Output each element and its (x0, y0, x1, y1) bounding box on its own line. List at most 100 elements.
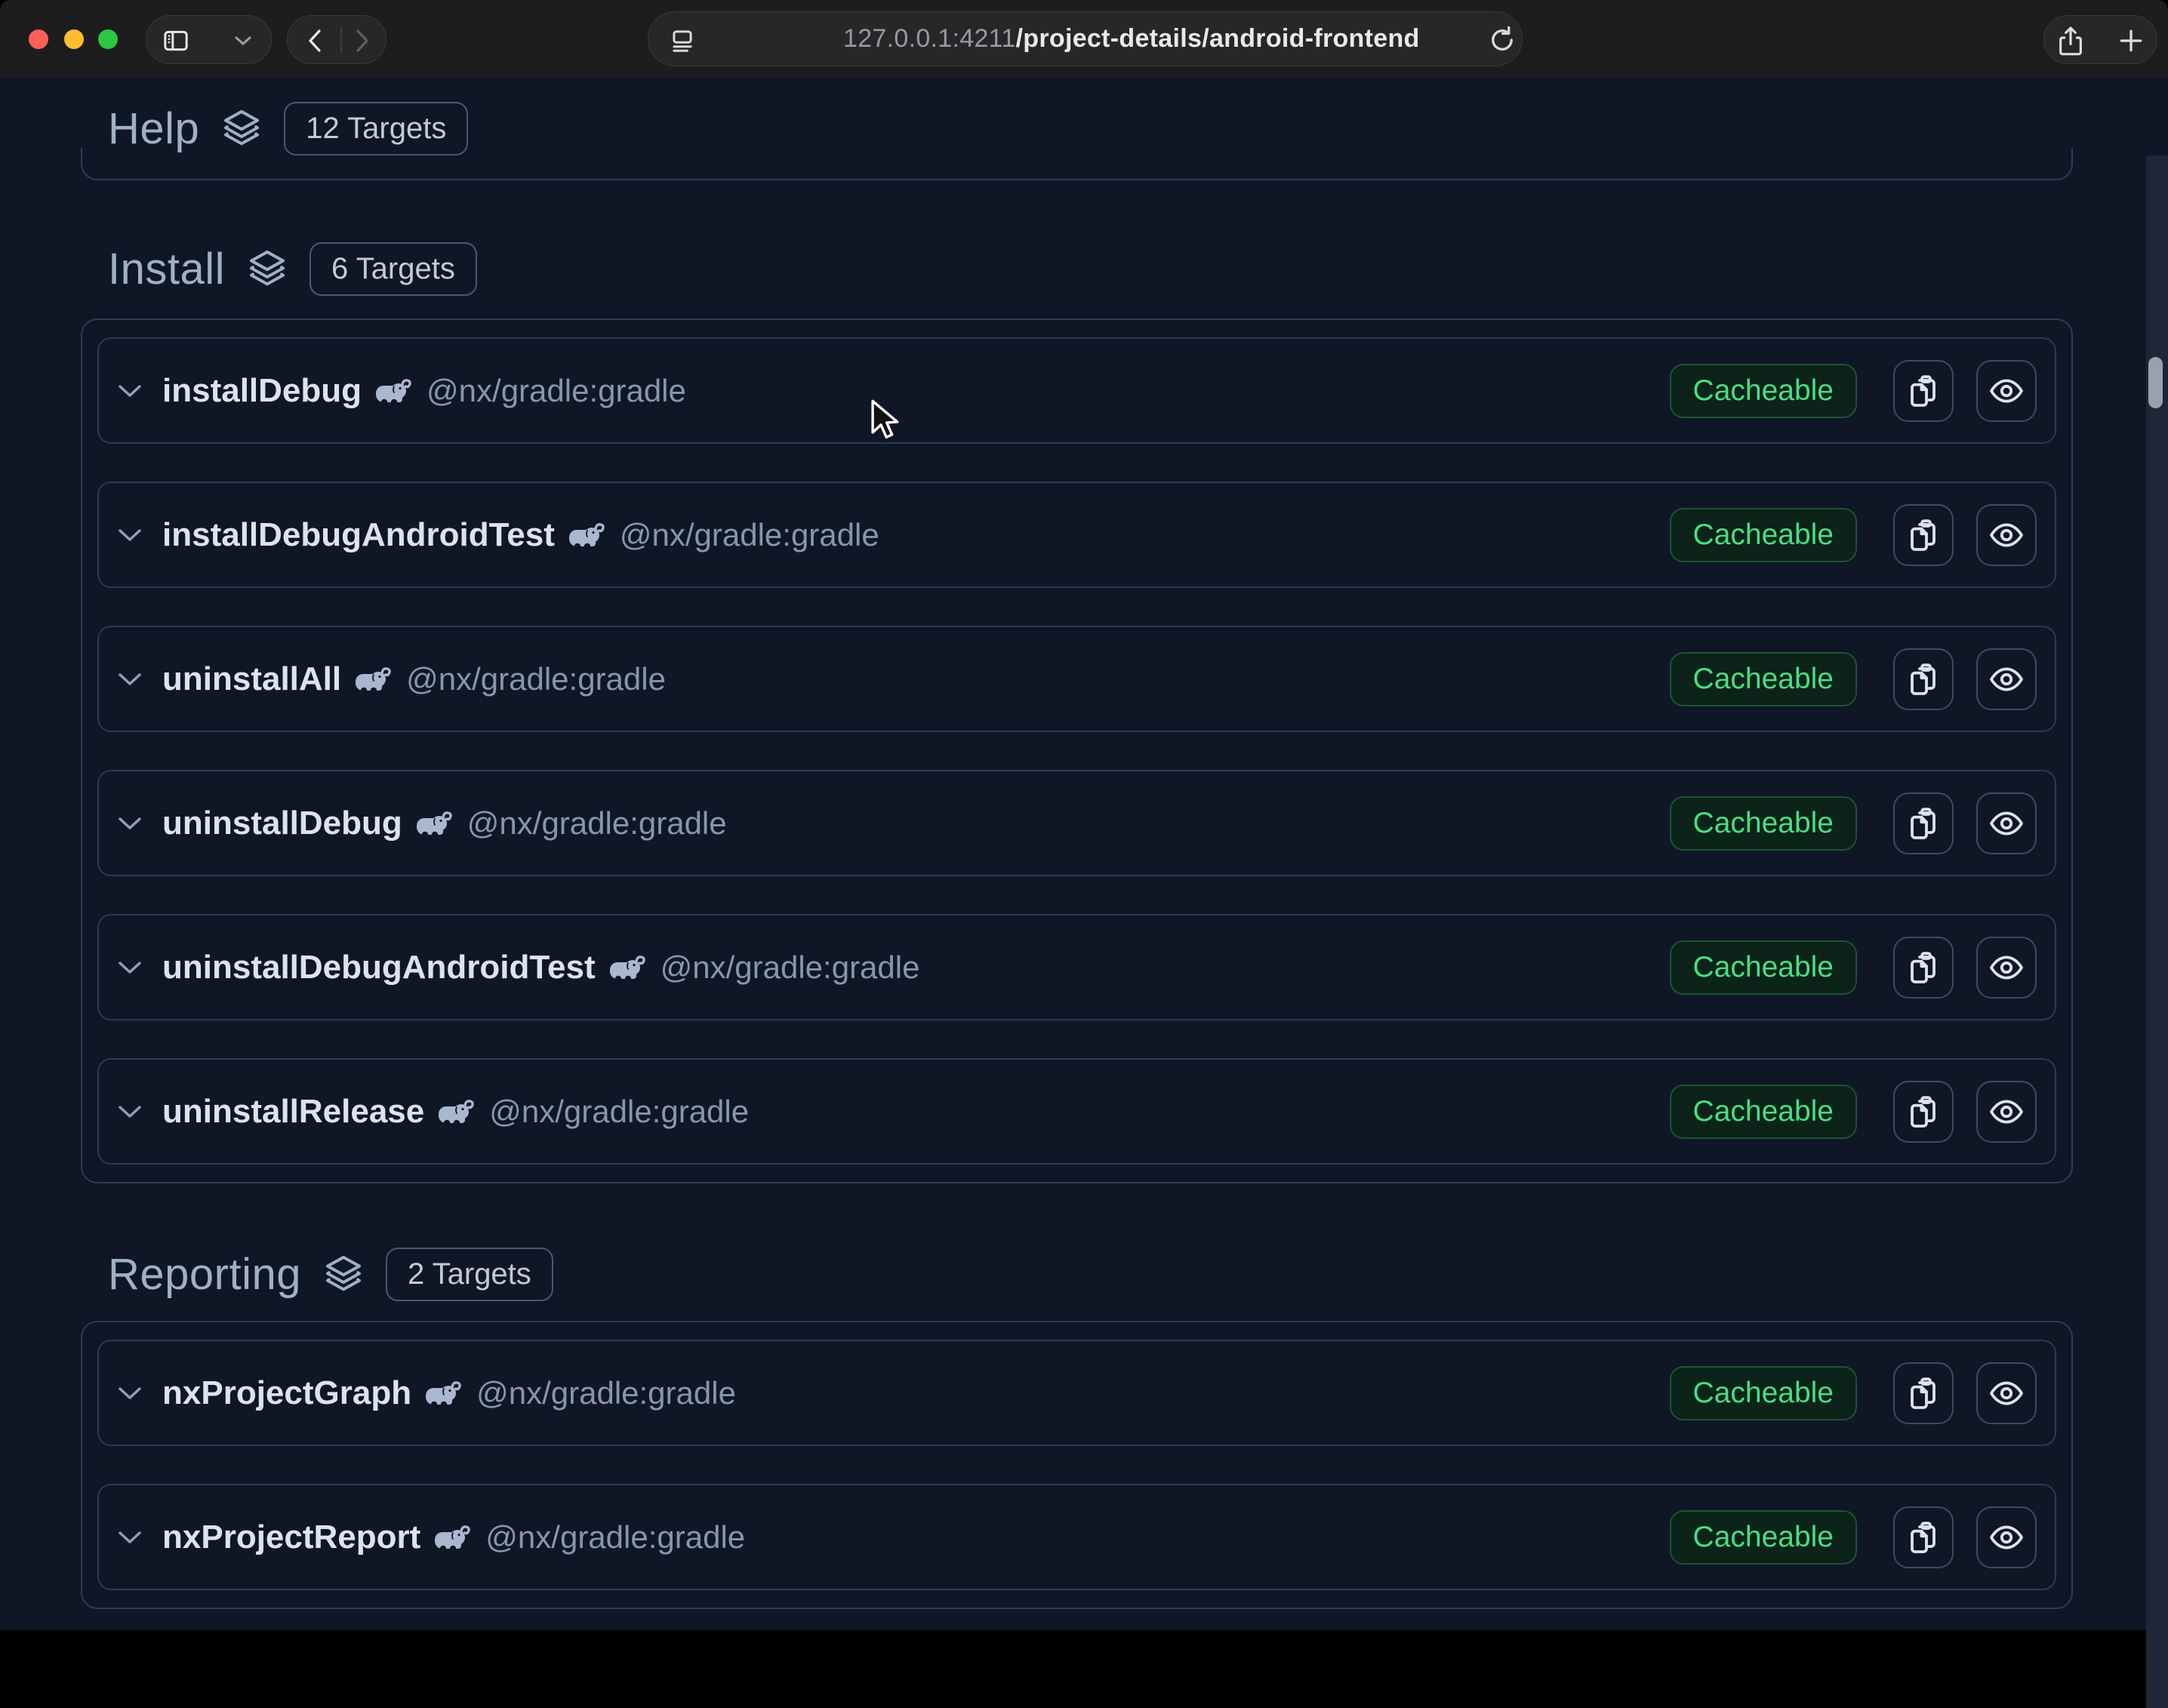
target-row[interactable]: nxProjectGraph @nx/gradle:gradleCacheabl… (97, 1340, 2056, 1446)
gradle-elephant-icon (414, 809, 452, 838)
gradle-elephant-icon (423, 1379, 461, 1408)
cacheable-badge: Cacheable (1670, 1366, 1857, 1420)
section-card-reporting: nxProjectGraph @nx/gradle:gradleCacheabl… (81, 1321, 2073, 1609)
eye-icon (1988, 1375, 2025, 1411)
expand-chevron-icon[interactable] (117, 816, 143, 831)
target-name: uninstallDebug (162, 805, 402, 842)
section-title: Reporting (108, 1249, 301, 1300)
project-details-page: Help 12 TargetsInstall 6 Targets install… (0, 78, 2168, 1630)
chevron-down-icon[interactable] (233, 34, 253, 48)
target-name: uninstallDebugAndroidTest (162, 949, 596, 986)
view-details-button[interactable] (1976, 504, 2037, 566)
target-name: uninstallAll (162, 660, 341, 698)
cacheable-badge: Cacheable (1670, 940, 1857, 995)
nav-separator (340, 26, 342, 54)
copy-button[interactable] (1893, 648, 1954, 710)
eye-icon (1988, 517, 2025, 553)
expand-chevron-icon[interactable] (117, 383, 143, 399)
clipboard-copy-icon (1905, 373, 1942, 409)
copy-button[interactable] (1893, 1362, 1954, 1424)
url-text[interactable]: 127.0.0.1:4211/project-details/android-f… (843, 0, 1420, 78)
gradle-elephant-icon (433, 1523, 470, 1552)
view-details-button[interactable] (1976, 360, 2037, 422)
expand-chevron-icon[interactable] (117, 1530, 143, 1545)
sidebar-icon[interactable] (161, 26, 191, 56)
traffic-light-minimize[interactable] (64, 29, 84, 49)
browser-window: 127.0.0.1:4211/project-details/android-f… (0, 0, 2168, 1630)
gradle-elephant-icon (374, 377, 411, 405)
sidebar-toggle-group (146, 15, 272, 64)
scrollbar-track[interactable] (2146, 155, 2168, 1708)
section-header-install: Install 6 Targets (108, 240, 477, 297)
expand-chevron-icon[interactable] (117, 528, 143, 543)
target-executor: @nx/gradle:gradle (620, 517, 879, 553)
clipboard-copy-icon (1905, 1094, 1942, 1130)
reload-icon[interactable] (1486, 24, 1518, 56)
section-card-bottom-help (81, 148, 2073, 180)
copy-button[interactable] (1893, 1506, 1954, 1568)
view-details-button[interactable] (1976, 937, 2037, 999)
scrollbar-thumb[interactable] (2148, 357, 2163, 408)
clipboard-copy-icon (1905, 949, 1942, 986)
nav-button-group (287, 15, 386, 64)
eye-icon (1988, 1519, 2025, 1556)
cacheable-badge: Cacheable (1670, 364, 1857, 418)
clipboard-copy-icon (1905, 805, 1942, 842)
eye-icon (1988, 805, 2025, 842)
share-icon[interactable] (2056, 25, 2086, 58)
back-button[interactable] (305, 28, 325, 54)
target-row[interactable]: uninstallDebugAndroidTest @nx/gradle:gra… (97, 914, 2056, 1020)
view-details-button[interactable] (1976, 1506, 2037, 1568)
view-details-button[interactable] (1976, 648, 2037, 710)
view-details-button[interactable] (1976, 1362, 2037, 1424)
url-host: 127.0.0.1:4211 (843, 24, 1016, 54)
target-count-badge: 12 Targets (284, 102, 468, 155)
target-row[interactable]: installDebug @nx/gradle:gradleCacheable (97, 337, 2056, 444)
target-row[interactable]: uninstallAll @nx/gradle:gradle Cacheable (97, 626, 2056, 732)
view-details-button[interactable] (1976, 792, 2037, 854)
expand-chevron-icon[interactable] (117, 1386, 143, 1401)
copy-button[interactable] (1893, 792, 1954, 854)
copy-button[interactable] (1893, 937, 1954, 999)
target-name: nxProjectGraph (162, 1374, 411, 1412)
view-details-button[interactable] (1976, 1081, 2037, 1143)
layers-icon (322, 1253, 365, 1295)
section-card-install: installDebug @nx/gradle:gradleCacheable … (81, 319, 2073, 1183)
gradle-elephant-icon (608, 953, 645, 982)
url-path: /project-details/android-frontend (1016, 24, 1420, 54)
eye-icon (1988, 949, 2025, 986)
target-executor: @nx/gradle:gradle (661, 949, 920, 986)
eye-icon (1988, 1094, 2025, 1130)
target-count-badge: 6 Targets (309, 242, 477, 296)
target-executor: @nx/gradle:gradle (489, 1094, 749, 1130)
copy-button[interactable] (1893, 1081, 1954, 1143)
expand-chevron-icon[interactable] (117, 1104, 143, 1119)
clipboard-copy-icon (1905, 517, 1942, 553)
target-name: installDebug (162, 372, 362, 410)
target-count-badge: 2 Targets (386, 1248, 553, 1301)
traffic-light-zoom[interactable] (98, 29, 118, 49)
clipboard-copy-icon (1905, 661, 1942, 697)
target-name: installDebugAndroidTest (162, 516, 555, 554)
expand-chevron-icon[interactable] (117, 672, 143, 687)
cacheable-badge: Cacheable (1670, 796, 1857, 851)
target-executor: @nx/gradle:gradle (406, 661, 666, 697)
mouse-cursor (870, 399, 901, 443)
cacheable-badge: Cacheable (1670, 1085, 1857, 1139)
expand-chevron-icon[interactable] (117, 960, 143, 975)
copy-button[interactable] (1893, 360, 1954, 422)
target-name: uninstallRelease (162, 1093, 424, 1131)
target-row[interactable]: nxProjectReport @nx/gradle:gradleCacheab… (97, 1484, 2056, 1590)
copy-button[interactable] (1893, 504, 1954, 566)
section-title: Install (108, 244, 225, 294)
page-format-icon[interactable] (668, 25, 697, 55)
eye-icon (1988, 373, 2025, 409)
target-row[interactable]: uninstallRelease @nx/gradle:gradle Cachea… (97, 1058, 2056, 1165)
target-row[interactable]: installDebugAndroidTest @nx/gradle:gradl… (97, 482, 2056, 588)
forward-button[interactable] (353, 28, 372, 54)
target-row[interactable]: uninstallDebug @nx/gradle:gradleCacheabl… (97, 770, 2056, 876)
section-header-reporting: Reporting 2 Targets (108, 1245, 553, 1303)
new-tab-icon[interactable] (2117, 26, 2145, 55)
traffic-light-close[interactable] (29, 29, 48, 49)
cacheable-badge: Cacheable (1670, 652, 1857, 706)
